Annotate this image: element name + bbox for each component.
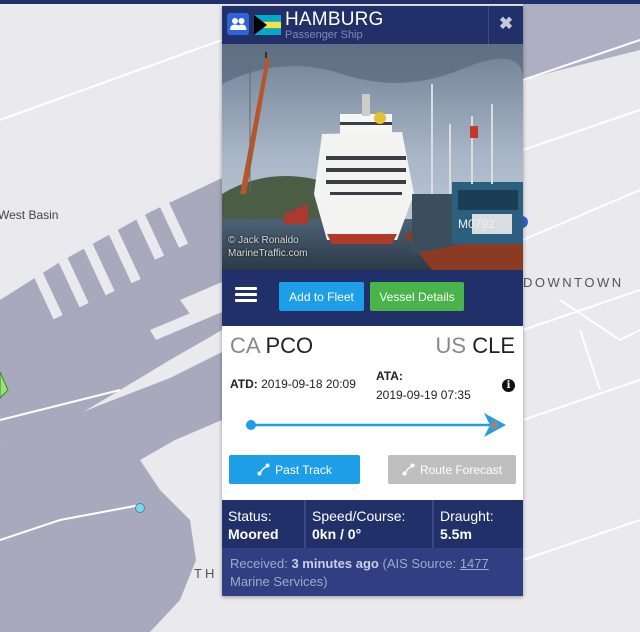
- draught-label: Draught:: [440, 508, 494, 524]
- vessel-details-button[interactable]: Vessel Details: [370, 282, 464, 311]
- map-label-th: TH: [194, 566, 218, 581]
- header-divider: [488, 6, 489, 44]
- forecast-icon: [402, 463, 415, 476]
- departure-port[interactable]: CA PCO: [230, 333, 313, 359]
- past-track-label: Past Track: [275, 462, 332, 477]
- atd-label: ATD:: [230, 377, 258, 391]
- vessel-type: Passenger Ship: [285, 29, 363, 41]
- map-label-west-basin: West Basin: [0, 208, 59, 222]
- ata-value: 2019-09-19 07:35: [376, 388, 471, 402]
- draught-value: 5.5m: [440, 526, 472, 542]
- info-icon[interactable]: i: [502, 379, 515, 392]
- photo-credit: © Jack Ronaldo MarineTraffic.com: [228, 234, 307, 260]
- arrival-country: US: [435, 333, 467, 358]
- arrival-port-code: CLE: [472, 333, 515, 358]
- status-label: Status:: [228, 508, 272, 524]
- atd-value: 2019-09-18 20:09: [261, 377, 356, 391]
- ais-source-suffix: Marine Services): [230, 574, 328, 589]
- map-label-downtown: DOWNTOWN: [523, 275, 624, 290]
- received-value: 3 minutes ago: [291, 556, 379, 571]
- voyage-progress: [246, 413, 506, 437]
- vessel-photo[interactable]: M0792 © Jack Ronaldo MarineTraffic.com: [222, 44, 523, 270]
- track-icon: [257, 463, 270, 476]
- top-bar: [0, 0, 640, 4]
- vessel-marker-cyan: [135, 503, 145, 513]
- photo-credit-author: © Jack Ronaldo: [228, 235, 299, 246]
- close-icon[interactable]: ✖: [499, 14, 513, 33]
- users-icon[interactable]: [227, 13, 249, 35]
- progress-current-position: [489, 420, 499, 430]
- speed-course-label: Speed/Course:: [312, 508, 406, 524]
- speed-course-stat: Speed/Course: 0kn / 0°: [306, 500, 434, 548]
- past-track-button[interactable]: Past Track: [229, 455, 360, 484]
- arrival-port[interactable]: US CLE: [436, 333, 515, 359]
- speed-course-value: 0kn / 0°: [312, 526, 362, 542]
- ais-source-prefix: (AIS Source:: [382, 556, 457, 571]
- received-label: Received:: [230, 556, 288, 571]
- close-button[interactable]: ✖: [494, 11, 518, 37]
- vessel-stats: Status: Moored Speed/Course: 0kn / 0° Dr…: [222, 500, 523, 548]
- action-bar: Add to Fleet Vessel Details: [222, 270, 523, 326]
- bahamas-flag-icon: [254, 15, 281, 35]
- ata-label: ATA:: [376, 369, 403, 383]
- departure-country: CA: [230, 333, 260, 358]
- svg-text:M0792: M0792: [458, 217, 495, 231]
- progress-start-dot: [246, 420, 256, 430]
- add-to-fleet-button[interactable]: Add to Fleet: [279, 282, 364, 311]
- popup-header: HAMBURG Passenger Ship ✖: [222, 6, 523, 44]
- status-value: Moored: [228, 526, 279, 542]
- ata-block: ATA: 2019-09-19 07:35: [376, 367, 471, 405]
- vessel-popup: HAMBURG Passenger Ship ✖ M0792 © Jack Ro…: [222, 6, 523, 596]
- ais-source-link[interactable]: 1477: [460, 556, 489, 571]
- vessel-name: HAMBURG: [285, 9, 384, 30]
- route-forecast-button[interactable]: Route Forecast: [388, 455, 516, 484]
- status-stat: Status: Moored: [222, 500, 306, 548]
- departure-port-code: PCO: [265, 333, 314, 358]
- atd-row: ATD: 2019-09-18 20:09: [230, 377, 356, 391]
- hamburger-menu-icon[interactable]: [233, 284, 259, 310]
- route-forecast-label: Route Forecast: [419, 462, 503, 477]
- received-footer: Received: 3 minutes ago (AIS Source: 147…: [222, 548, 523, 596]
- route-section: CA PCO US CLE ATD: 2019-09-18 20:09 ATA:…: [222, 326, 523, 500]
- draught-stat: Draught: 5.5m: [434, 500, 523, 548]
- photo-credit-site: MarineTraffic.com: [228, 248, 308, 259]
